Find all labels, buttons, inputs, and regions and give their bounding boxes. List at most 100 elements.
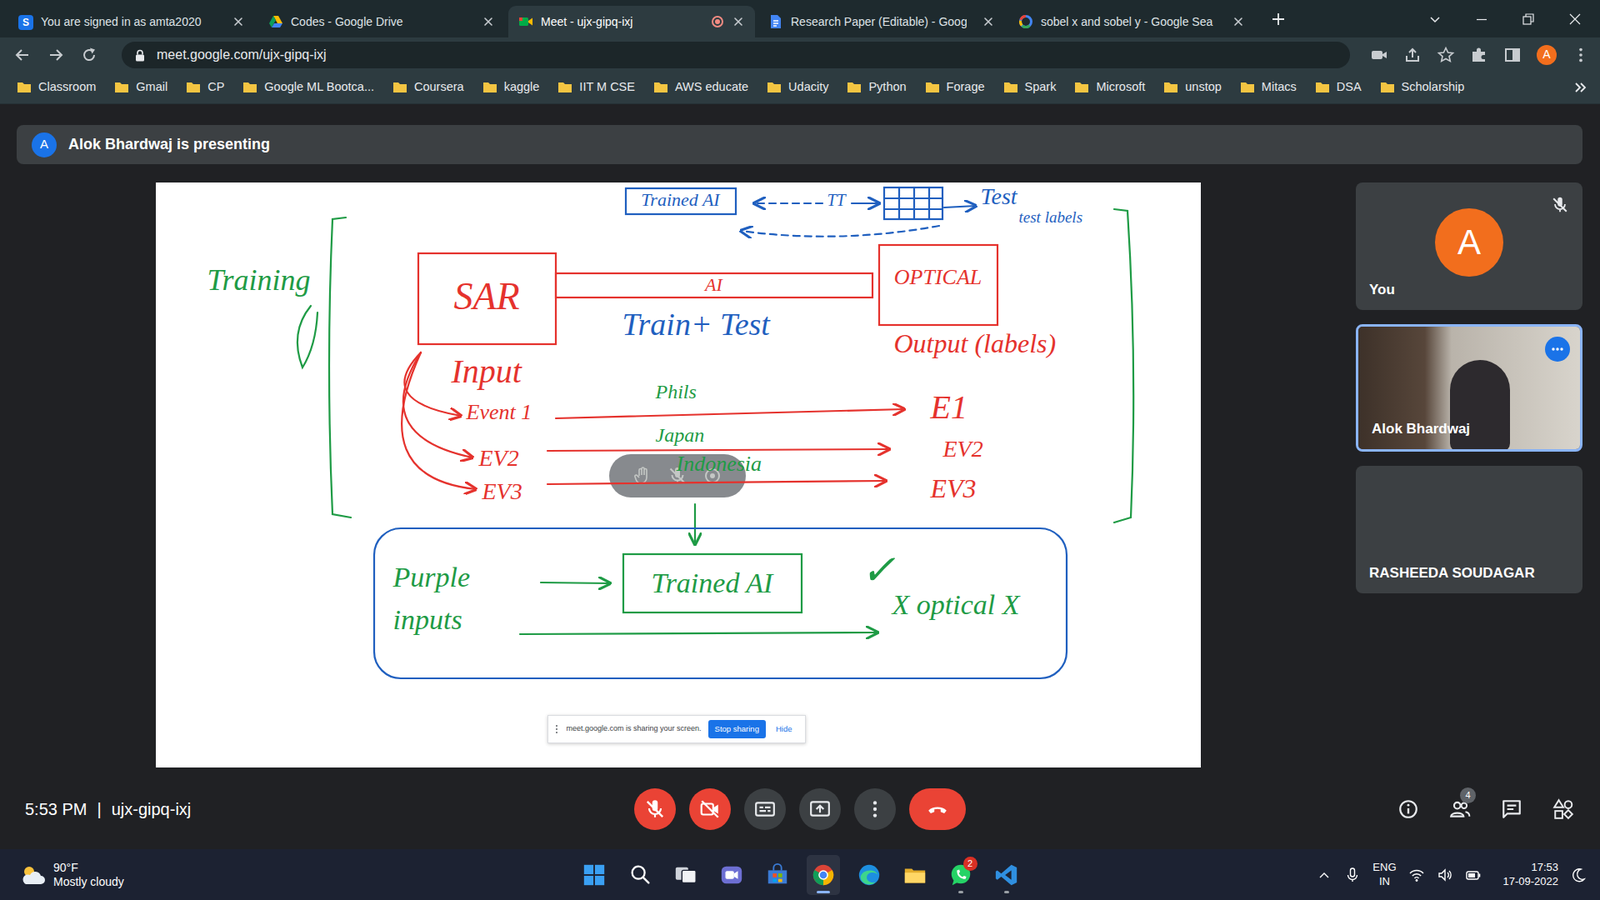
hang-up-phone-icon[interactable] <box>926 798 949 820</box>
input-language[interactable]: ENGIN <box>1372 860 1396 889</box>
bookmark-folder[interactable]: Microsoft <box>1074 78 1145 97</box>
share-icon[interactable] <box>1403 45 1422 65</box>
teams-icon[interactable] <box>719 862 745 888</box>
stop-sharing-button[interactable]: Stop sharing <box>708 720 766 739</box>
dots-icon[interactable] <box>1550 342 1565 356</box>
bookmark-label[interactable]: IIT M CSE <box>579 78 635 97</box>
chat-icon[interactable] <box>1500 798 1523 820</box>
bookmark-label[interactable]: AWS educate <box>675 78 749 97</box>
lock-icon[interactable] <box>133 48 147 62</box>
participant-tile[interactable]: Alok Bhardwaj <box>1355 324 1583 452</box>
tab-title[interactable]: Meet - ujx-gipq-ixj <box>540 13 704 31</box>
camera-button[interactable] <box>689 788 731 830</box>
camera-icon[interactable] <box>1370 45 1389 65</box>
present-button[interactable] <box>799 788 841 830</box>
taskbar-app[interactable] <box>669 855 703 895</box>
url-text[interactable]: meet.google.com/ujx-gipq-ixj <box>156 45 327 65</box>
captions-icon[interactable] <box>754 798 776 820</box>
bookmark-label[interactable]: Udacity <box>788 78 829 97</box>
bookmark-folder[interactable]: Python <box>846 78 906 97</box>
participant-options-button[interactable] <box>1545 336 1570 362</box>
bookmark-folder[interactable]: Forage <box>925 78 985 97</box>
bookmark-folder[interactable]: IIT M CSE <box>557 78 635 97</box>
bookmark-folder[interactable]: unstop <box>1163 78 1222 97</box>
participant-tile[interactable]: AYou <box>1355 182 1583 310</box>
search-icon[interactable] <box>627 862 653 888</box>
people-button[interactable]: 4 <box>1449 798 1471 820</box>
start-icon[interactable] <box>581 862 607 888</box>
bookmark-folder[interactable]: Udacity <box>766 78 829 97</box>
leave-button[interactable] <box>909 788 966 830</box>
bookmark-folder[interactable]: CP <box>185 78 225 97</box>
mic-button[interactable] <box>634 788 676 830</box>
captions-button[interactable] <box>744 788 786 830</box>
bookmark-label[interactable]: Microsoft <box>1095 78 1145 97</box>
tab-title[interactable]: Codes - Google Drive <box>290 13 467 31</box>
activities-shapes-icon[interactable] <box>1552 798 1575 820</box>
bookmark-label[interactable]: Coursera <box>414 78 465 97</box>
bookmark-folder[interactable]: Classroom <box>16 78 96 97</box>
edge-icon[interactable] <box>856 862 882 888</box>
new-tab-plus-icon[interactable] <box>1270 10 1287 28</box>
bookmark-label[interactable]: kaggle <box>504 78 540 97</box>
browser-tab[interactable]: sobel x and sobel y - Google Sea <box>1008 5 1255 38</box>
bookmark-label[interactable]: CP <box>207 78 225 97</box>
bookmark-folder[interactable]: Google ML Bootca... <box>242 78 375 97</box>
cloudy-weather-icon[interactable] <box>18 862 47 888</box>
browser-tab[interactable]: Research Paper (Editable) - Goog <box>758 5 1005 38</box>
browser-tab[interactable]: SYou are signed in as amta2020 <box>8 5 255 38</box>
hide-button[interactable]: Hide <box>772 721 796 737</box>
participant-tile[interactable]: RASHEEDA SOUDAGAR <box>1355 465 1583 594</box>
bookmark-label[interactable]: Classroom <box>38 78 96 97</box>
taskbar-app[interactable] <box>577 855 611 895</box>
battery-icon[interactable] <box>1465 866 1482 884</box>
vscode-icon[interactable] <box>994 862 1020 888</box>
more-dots-icon[interactable] <box>864 798 886 820</box>
bookmark-label[interactable]: Forage <box>946 78 985 97</box>
minimize-icon[interactable] <box>1475 12 1489 26</box>
drag-handle-icon[interactable] <box>555 723 560 735</box>
info-button[interactable] <box>1397 798 1420 820</box>
tab-title[interactable]: Research Paper (Editable) - Goog <box>790 13 967 31</box>
close-icon[interactable] <box>481 15 495 29</box>
taskbar-app[interactable] <box>623 855 657 895</box>
bookmark-folder[interactable]: Gmail <box>114 78 168 97</box>
camera-off-icon[interactable] <box>699 798 721 820</box>
taskbar-app[interactable]: 2 <box>944 855 978 895</box>
bookmark-folder[interactable]: Spark <box>1003 78 1057 97</box>
taskbar-app[interactable] <box>898 855 932 895</box>
taskbar-app[interactable] <box>806 855 840 895</box>
meeting-code[interactable]: ujx-gipq-ixj <box>111 796 192 822</box>
weather-widget[interactable]: 90°FMostly cloudy <box>0 860 578 890</box>
bookmark-label[interactable]: Python <box>868 78 906 97</box>
focus-moon-icon[interactable] <box>1570 866 1587 884</box>
bookmark-label[interactable]: Spark <box>1025 78 1057 97</box>
store-icon[interactable] <box>765 862 790 888</box>
tab-title[interactable]: You are signed in as amta2020 <box>40 13 217 31</box>
bookmark-folder[interactable]: kaggle <box>482 78 540 97</box>
bookmark-label[interactable]: DSA <box>1336 78 1362 97</box>
wifi-icon[interactable] <box>1408 866 1425 884</box>
extensions-puzzle-icon[interactable] <box>1470 45 1489 65</box>
bookmark-label[interactable]: Mitacs <box>1261 78 1297 97</box>
tab-search-chevron-icon[interactable] <box>1428 12 1442 26</box>
close-icon[interactable] <box>981 15 995 29</box>
taskbar-app[interactable] <box>715 855 749 895</box>
side-panel-icon[interactable] <box>1503 45 1522 65</box>
activities-button[interactable] <box>1552 798 1575 820</box>
back-arrow-icon[interactable] <box>13 45 32 65</box>
bookmark-label[interactable]: Gmail <box>135 78 168 97</box>
tab-title[interactable]: sobel x and sobel y - Google Sea <box>1040 13 1217 31</box>
bookmark-star-icon[interactable] <box>1436 45 1455 65</box>
browser-tab[interactable]: Meet - ujx-gipq-ixj <box>508 5 755 38</box>
browser-tab[interactable]: Codes - Google Drive <box>258 5 505 38</box>
time[interactable]: 17:53 <box>1530 860 1559 875</box>
address-bar[interactable]: meet.google.com/ujx-gipq-ixj <box>121 41 1350 69</box>
caret-up-icon[interactable] <box>1315 866 1333 884</box>
clock[interactable]: 17:5317-09-2022 <box>1503 860 1560 890</box>
explorer-icon[interactable] <box>902 862 928 888</box>
present-screen-icon[interactable] <box>809 798 831 820</box>
window-close-icon[interactable] <box>1568 12 1582 26</box>
taskbar-app[interactable] <box>852 855 886 895</box>
taskview-icon[interactable] <box>673 862 699 888</box>
